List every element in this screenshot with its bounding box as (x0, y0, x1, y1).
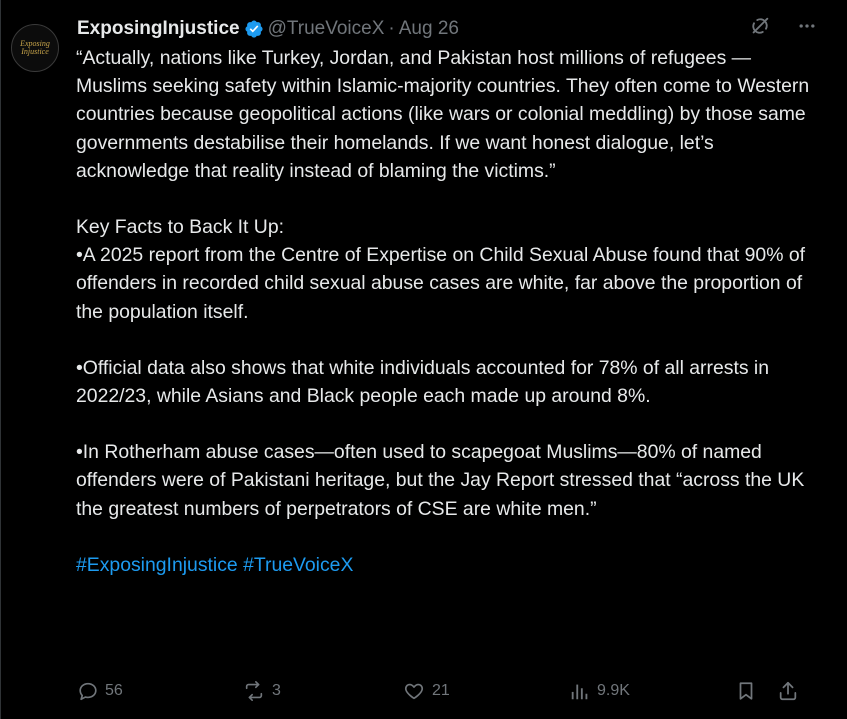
heart-icon (404, 683, 424, 700)
reply-icon (79, 682, 97, 701)
more-icon[interactable] (797, 16, 817, 36)
hashtags[interactable]: #ExposingInjustice #TrueVoiceX (76, 551, 816, 579)
post-header: ExposingInjustice @TrueVoiceX · Aug 26 (77, 17, 459, 41)
like-count: 21 (432, 682, 450, 699)
post-date[interactable]: Aug 26 (399, 17, 459, 41)
post-paragraph-fact-2: •Official data also shows that white ind… (76, 356, 770, 408)
action-bar: 56 3 21 9.9K (77, 676, 807, 706)
post-paragraph-heading: Key Facts to Back It Up: (76, 216, 284, 239)
bookmark-button[interactable] (735, 676, 757, 706)
repost-count: 3 (272, 682, 281, 699)
post-paragraph-fact-1: •A 2025 report from the Centre of Expert… (76, 244, 805, 323)
post: Exposing Injustice ExposingInjustice @Tr… (0, 0, 847, 719)
avatar-logo: Exposing Injustice (20, 39, 50, 56)
share-button[interactable] (777, 676, 799, 706)
repost-icon (245, 681, 263, 701)
avatar[interactable]: Exposing Injustice (11, 24, 59, 72)
post-paragraph-intro: “Actually, nations like Turkey, Jordan, … (76, 47, 810, 182)
top-actions (749, 15, 817, 37)
grok-icon[interactable] (749, 15, 771, 37)
like-button[interactable]: 21 (402, 676, 450, 706)
reply-button[interactable]: 56 (77, 676, 123, 706)
views-button[interactable]: 9.9K (569, 676, 630, 706)
view-count: 9.9K (597, 682, 630, 699)
repost-button[interactable]: 3 (242, 676, 281, 706)
share-icon (779, 681, 797, 701)
views-icon (571, 684, 588, 700)
verified-badge-icon (245, 20, 263, 38)
header-separator: · (388, 18, 395, 39)
post-body: “Actually, nations like Turkey, Jordan, … (76, 44, 816, 579)
post-paragraph-fact-3: •In Rotherham abuse cases—often used to … (76, 441, 805, 520)
reply-count: 56 (105, 682, 123, 699)
author-name[interactable]: ExposingInjustice (77, 17, 240, 41)
author-handle[interactable]: @TrueVoiceX (268, 17, 385, 41)
bookmark-icon (739, 682, 753, 700)
